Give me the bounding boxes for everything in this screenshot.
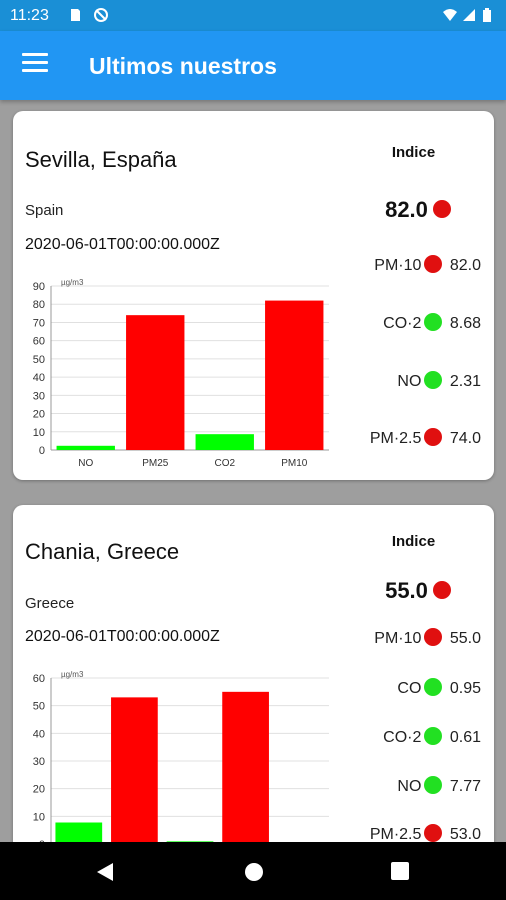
home-icon[interactable]	[244, 862, 264, 882]
status-dot	[424, 255, 443, 273]
sync-disabled-icon	[94, 8, 108, 22]
status-dot	[424, 727, 443, 745]
status-dot	[424, 428, 443, 446]
measurement-date: 2020-06-01T00:00:00.000Z	[25, 628, 220, 645]
wifi-icon	[443, 9, 457, 21]
pollutant-row-pm10: PM·10 82.0	[313, 255, 481, 275]
back-icon[interactable]	[96, 862, 114, 882]
page-title: Ultimos nuestros	[89, 53, 277, 79]
battery-icon	[483, 8, 491, 22]
bar-pm10	[222, 691, 269, 842]
indice-label: Indice	[391, 144, 436, 161]
indice-status-dot	[432, 200, 451, 219]
menu-icon[interactable]	[22, 53, 48, 75]
y-tick-label: 70	[33, 317, 45, 329]
y-tick-label: 30	[33, 390, 45, 402]
status-dot	[424, 628, 443, 646]
country-name: Spain	[25, 202, 64, 219]
y-tick-label: 80	[33, 299, 45, 311]
pollutant-row-pm10: PM·10 55.0	[313, 628, 481, 648]
pollutant-row-co: CO 0.95	[313, 678, 481, 698]
status-time: 11:23	[10, 7, 49, 24]
y-tick-label: 50	[33, 354, 45, 366]
pollutant-row-pm25: PM·2.5 53.0	[313, 824, 481, 842]
bar-co2	[195, 434, 254, 450]
status-dot	[424, 776, 443, 794]
x-tick-label: CO2	[214, 458, 235, 469]
x-tick-label: PM25	[142, 458, 169, 469]
bar-pm25	[126, 315, 185, 450]
unit-label: µg/m3	[61, 670, 84, 679]
status-dot	[424, 313, 443, 331]
status-dot	[424, 371, 443, 389]
bar-no	[56, 445, 115, 450]
pollutant-row-pm25: PM·2.5 74.0	[313, 428, 481, 448]
measurement-list[interactable]: Sevilla, España Spain 2020-06-01T00:00:0…	[0, 100, 506, 842]
pollutant-row-no: NO 2.31	[313, 371, 481, 391]
status-dot	[424, 678, 443, 696]
bar-pm25	[111, 697, 158, 842]
indice-value: 55.0	[368, 578, 468, 604]
pollutant-bar-chart: 0 10 20 30 40 50 60 70 80 90 µg/m3 NO PM25 CO2 PM10	[33, 278, 329, 469]
x-tick-label: PM10	[281, 458, 308, 469]
station-card[interactable]: Sevilla, España Spain 2020-06-01T00:00:0…	[13, 111, 494, 480]
x-tick-label: NO	[78, 458, 93, 469]
status-dot	[424, 824, 443, 842]
y-tick-label: 0	[39, 445, 45, 457]
country-name: Greece	[25, 595, 75, 612]
indice-label: Indice	[391, 533, 436, 550]
y-tick-label: 60	[33, 673, 45, 685]
bar-no	[55, 822, 103, 842]
y-tick-label: 90	[33, 281, 45, 293]
unit-label: µg/m3	[61, 278, 84, 287]
city-name: Chania, Greece	[25, 539, 180, 564]
pollutant-bar-chart: 0102030405060µg/m3NOPM25COPM10CO2	[33, 670, 329, 842]
station-card[interactable]: Chania, Greece Greece 2020-06-01T00:00:0…	[13, 505, 494, 842]
pollutant-row-no: NO 7.77	[313, 776, 481, 796]
y-tick-label: 40	[33, 372, 45, 384]
y-tick-label: 10	[33, 427, 45, 439]
pollutant-row-co2: CO·2 8.68	[313, 313, 481, 333]
y-tick-label: 10	[33, 811, 45, 823]
measurement-date: 2020-06-01T00:00:00.000Z	[25, 236, 220, 253]
pollutant-row-co2: CO·2 0.61	[313, 727, 481, 747]
app-bar: Ultimos nuestros	[0, 31, 506, 100]
sd-card-icon	[71, 9, 80, 21]
indice-value: 82.0	[368, 197, 468, 223]
y-tick-label: 30	[33, 756, 45, 768]
recents-icon[interactable]	[391, 862, 409, 880]
y-tick-label: 50	[33, 701, 45, 713]
y-tick-label: 20	[33, 784, 45, 796]
indice-status-dot	[432, 581, 451, 600]
city-name: Sevilla, España	[25, 147, 177, 172]
y-tick-label: 60	[33, 336, 45, 348]
status-bar: 11:23	[0, 0, 506, 31]
signal-icon	[463, 9, 475, 21]
y-tick-label: 20	[33, 409, 45, 421]
y-tick-label: 40	[33, 728, 45, 740]
system-nav-bar	[0, 842, 506, 900]
